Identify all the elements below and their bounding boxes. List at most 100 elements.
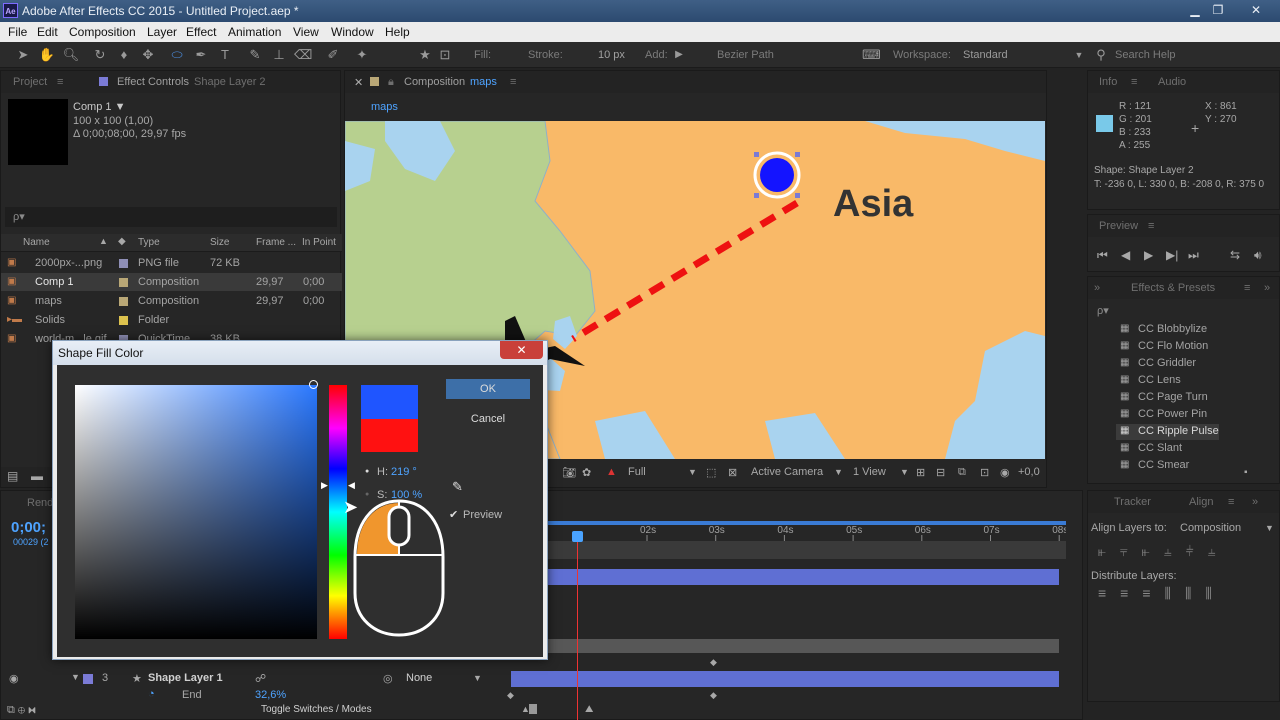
new-folder-icon[interactable]: ▬ (31, 469, 43, 483)
minimize-icon[interactable]: ▁ (1184, 2, 1206, 18)
panel-menu-icon[interactable]: ≡ (1244, 282, 1250, 294)
shy-switch-icon[interactable]: ☍ (255, 672, 266, 685)
panel-menu-icon[interactable]: ≡ (510, 76, 516, 88)
column-in-point[interactable]: In Point (302, 237, 336, 248)
effect-item[interactable]: ▦ CC Blobbylize (1116, 322, 1266, 338)
stroke-width-value[interactable]: 10 px (598, 49, 625, 61)
comp-title[interactable]: Comp 1 ▼ (73, 101, 125, 113)
flowchart-icon[interactable]: ⧉ (958, 466, 966, 479)
effect-item[interactable]: ▦ CC Smear (1116, 458, 1266, 474)
tab-render-queue[interactable]: Rend (27, 497, 53, 509)
snapshot-icon[interactable]: 📷︎ (562, 466, 576, 479)
close-icon[interactable]: ✕ (1245, 2, 1267, 18)
align-to-dropdown[interactable]: Composition (1180, 522, 1241, 534)
column-frame-rate[interactable]: Frame ... (256, 237, 296, 248)
menu-view[interactable]: View (293, 25, 319, 39)
fast-preview-icon[interactable]: ⊞ (916, 466, 925, 479)
color-picker-cursor[interactable] (309, 380, 318, 389)
pan-behind-tool-icon[interactable]: ✥ (139, 46, 157, 64)
column-name[interactable]: Name (23, 237, 50, 248)
column-size[interactable]: Size (210, 237, 229, 248)
effect-item[interactable]: ▦ CC Griddler (1116, 356, 1266, 372)
lock-icon[interactable]: 🔒︎ (388, 76, 394, 89)
effect-item[interactable]: ▦ CC Slant (1116, 441, 1266, 457)
maximize-icon[interactable]: ❐ (1207, 2, 1229, 18)
clone-stamp-tool-icon[interactable]: ⊥ (270, 46, 288, 64)
saturation-value-field[interactable] (75, 385, 317, 639)
hand-tool-icon[interactable]: ✋ (38, 46, 56, 64)
label-tag-icon[interactable]: ◆ (118, 236, 126, 247)
eraser-tool-icon[interactable]: ⌫ (294, 46, 312, 64)
column-type[interactable]: Type (138, 237, 160, 248)
layer-bar-2[interactable] (511, 639, 1059, 653)
interpret-footage-icon[interactable]: ▤ (7, 469, 18, 483)
exposure-reset-icon[interactable]: ◉ (1000, 466, 1010, 479)
search-help-input[interactable]: Search Help (1115, 49, 1176, 61)
snap-icon[interactable]: ⊡ (436, 46, 454, 64)
effect-item[interactable]: ▦ CC Lens (1116, 373, 1266, 389)
parent-dropdown[interactable]: None (406, 672, 432, 684)
menu-composition[interactable]: Composition (69, 25, 136, 39)
keyframe-icon[interactable]: ◆ (710, 690, 717, 701)
current-time-indicator[interactable] (577, 531, 578, 720)
color-channel-icon[interactable]: ✿ (582, 466, 591, 479)
ellipse-tool-icon[interactable]: ⬭ (168, 46, 186, 64)
rgb-icon[interactable]: ▲ (606, 466, 617, 478)
roto-brush-tool-icon[interactable]: ✐ (324, 46, 342, 64)
panel-menu-icon[interactable]: ≡ (1148, 220, 1154, 232)
resolution-chevron-icon[interactable]: ▼ (688, 467, 697, 477)
selection-tool-icon[interactable]: ➤ (14, 46, 32, 64)
previous-frame-icon[interactable]: ◀ (1121, 248, 1130, 262)
rotate-tool-icon[interactable]: ↻ (91, 46, 109, 64)
preview-checkbox[interactable]: ✔ (449, 508, 458, 521)
menu-layer[interactable]: Layer (147, 25, 177, 39)
menu-animation[interactable]: Animation (228, 25, 281, 39)
sort-arrow-icon[interactable]: ▲ (99, 236, 108, 246)
add-dropdown-icon[interactable]: ▶ (670, 46, 688, 64)
tab-composition[interactable]: Composition (404, 76, 465, 88)
tab-info[interactable]: Info (1099, 76, 1117, 88)
region-icon[interactable]: ⬚ (706, 466, 716, 479)
pen-tool-icon[interactable]: ✒ (192, 46, 210, 64)
keyframe-icon[interactable]: ◆ (507, 690, 514, 701)
star-icon[interactable]: ★ (416, 46, 434, 64)
play-icon[interactable]: ▶ (1144, 248, 1153, 262)
project-item[interactable]: ▣ 2000px-...png PNG file 72 KB (1, 254, 342, 272)
panel-menu-icon[interactable]: ≡ (1131, 76, 1137, 88)
panel-overflow-icon[interactable]: » (1252, 496, 1258, 508)
effect-item[interactable]: ▦ CC Page Turn (1116, 390, 1266, 406)
layer-bar-1[interactable] (511, 569, 1059, 585)
item-label-color[interactable] (119, 297, 128, 306)
brush-tool-icon[interactable]: ✎ (246, 46, 264, 64)
tab-effect-controls[interactable]: Effect Controls (117, 76, 189, 88)
ok-button[interactable]: OK (446, 379, 530, 399)
distribute-buttons-row[interactable]: ≡≡≡⫼⫼⫼ (1098, 585, 1226, 602)
close-tab-icon[interactable]: ✕ (354, 76, 363, 89)
visibility-eye-icon[interactable]: ◉ (9, 672, 19, 685)
tab-tracker[interactable]: Tracker (1114, 496, 1151, 508)
panel-overflow-icon[interactable]: » (1264, 282, 1270, 294)
zoom-in-icon[interactable]: ⛰ (585, 704, 593, 715)
parent-pickwhip-icon[interactable]: ◎ (383, 672, 393, 685)
hue-slider-right-arrow-icon[interactable]: ◀ (348, 480, 355, 491)
views-dropdown[interactable]: 1 View (853, 466, 886, 478)
cancel-button[interactable]: Cancel (446, 409, 530, 429)
time-ruler[interactable]: 02s 03s 04s 05s 06s 07s 08s (511, 521, 1068, 543)
menu-edit[interactable]: Edit (37, 25, 58, 39)
align-to-chevron-icon[interactable]: ▼ (1265, 523, 1274, 533)
comp-breadcrumb[interactable]: maps (371, 101, 398, 113)
item-label-color[interactable] (119, 259, 128, 268)
transparency-grid-icon[interactable]: ⊠ (728, 466, 737, 479)
keyframe-icon[interactable]: ◆ (710, 657, 717, 668)
toggle-switches-modes[interactable]: Toggle Switches / Modes (261, 704, 372, 715)
first-frame-icon[interactable]: ⏮ (1097, 248, 1108, 263)
views-chevron-icon[interactable]: ▼ (900, 467, 909, 477)
puppet-tool-icon[interactable]: ✦ (353, 46, 371, 64)
work-area-bar[interactable] (511, 541, 1066, 559)
menu-window[interactable]: Window (331, 25, 374, 39)
project-item[interactable]: ▣ maps Composition 29,97 0;00 (1, 292, 342, 310)
timeline-icon[interactable]: ⊟ (936, 466, 945, 479)
audio-icon[interactable]: 🔊︎ (1254, 248, 1262, 263)
stopwatch-icon[interactable]: ◔ (148, 688, 155, 700)
item-label-color[interactable] (119, 316, 128, 325)
